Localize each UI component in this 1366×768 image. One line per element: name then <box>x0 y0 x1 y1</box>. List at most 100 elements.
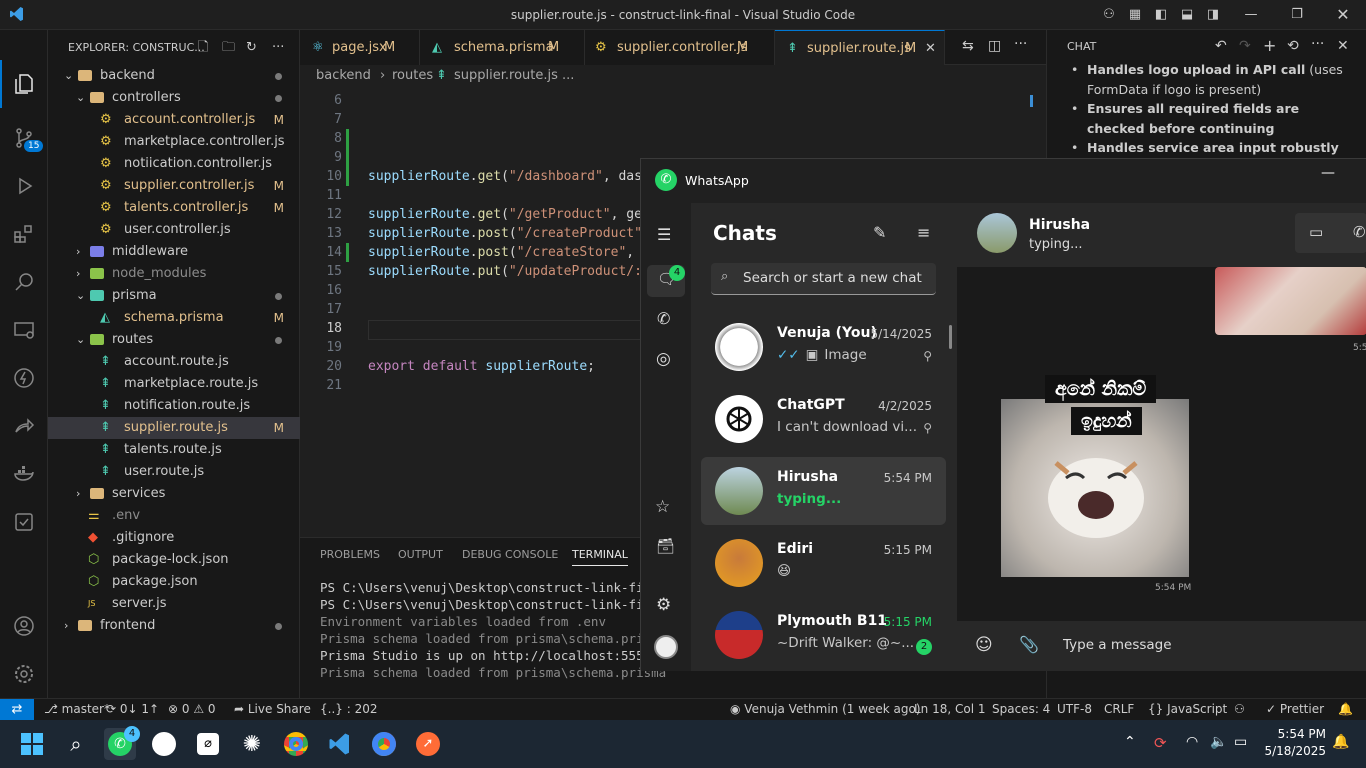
chatgpt-app-icon[interactable]: ✺ <box>236 728 268 760</box>
indentation[interactable]: Spaces: 4 <box>992 702 1050 716</box>
problems-item[interactable]: ⊗ 0 ⚠ 0 <box>168 702 216 716</box>
chat-list-scrollbar[interactable] <box>949 325 952 349</box>
contact-name[interactable]: Hirusha <box>1029 217 1090 233</box>
open-changes-icon[interactable]: ⇆ <box>962 38 974 54</box>
prettier-item[interactable]: ✓ Prettier <box>1266 702 1324 716</box>
source-control-icon[interactable]: 15 <box>0 114 48 162</box>
file-item[interactable]: ⚙ supplier.controller.js M <box>48 175 300 197</box>
extensions-icon[interactable] <box>0 210 48 258</box>
chrome-profile-icon[interactable] <box>368 728 400 760</box>
file-item[interactable]: ⚌ .env <box>48 505 300 527</box>
calls-icon[interactable]: ✆ <box>657 309 670 328</box>
breadcrumb-item[interactable]: backend <box>316 65 371 87</box>
chat-item[interactable]: ChatGPT 4/2/2025 I can't download vi... ⚲ <box>701 385 946 453</box>
sync-item[interactable]: ⟳ 0↓ 1↑ <box>106 702 159 716</box>
tab-schema-prisma[interactable]: ◭ schema.prisma M <box>420 30 585 65</box>
split-editor-icon[interactable]: ◫ <box>988 38 1001 54</box>
status-icon[interactable]: ◎ <box>656 349 671 369</box>
tab-problems[interactable]: PROBLEMS <box>320 548 380 561</box>
archive-icon[interactable]: 🗃 <box>656 537 675 555</box>
file-item[interactable]: ⬡ package-lock.json <box>48 549 300 571</box>
line-ending[interactable]: CRLF <box>1104 702 1134 716</box>
testing-icon[interactable] <box>0 498 48 546</box>
close-icon[interactable]: ✕ <box>1334 6 1352 24</box>
copilot-icon[interactable]: ⚇ <box>1100 6 1118 24</box>
wifi-icon[interactable]: ◠ <box>1186 734 1198 750</box>
contact-avatar[interactable] <box>977 213 1017 253</box>
more-actions-icon[interactable]: ··· <box>272 30 284 65</box>
accounts-icon[interactable] <box>0 602 48 650</box>
editor-more-icon[interactable]: ··· <box>1014 36 1027 52</box>
menu-icon[interactable]: ☰ <box>657 225 671 244</box>
file-item[interactable]: ⚙ marketplace.controller.js <box>48 131 300 153</box>
restore-icon[interactable]: ❐ <box>1288 6 1306 24</box>
file-item[interactable]: ⇞ talents.route.js <box>48 439 300 461</box>
file-item[interactable]: ⇞ marketplace.route.js <box>48 373 300 395</box>
tab-supplier-controller[interactable]: ⚙ supplier.controller.js M <box>585 30 775 65</box>
chat-item[interactable]: Venuja (You) 5/14/2025 ✓✓ ▣ Image ⚲ <box>701 313 946 381</box>
undo-icon[interactable]: ↶ <box>1215 38 1227 54</box>
json-outline-item[interactable]: {..} : 202 <box>320 702 377 716</box>
chats-nav-button[interactable]: 🗨 4 <box>647 265 685 297</box>
tab-page-jsx[interactable]: ⚛ page.jsx M <box>300 30 420 65</box>
file-item[interactable]: ⇞ supplier.route.js M <box>48 417 300 439</box>
clock[interactable]: 5:54 PM 5/18/2025 <box>1262 726 1326 760</box>
voice-call-icon[interactable]: ✆ <box>1353 223 1366 241</box>
file-item[interactable]: ⚙ notiication.controller.js <box>48 153 300 175</box>
git-blame-item[interactable]: ◉ Venuja Vethmin (1 week ago) <box>730 702 921 716</box>
settings-icon[interactable]: ⚙ <box>656 595 671 615</box>
github-actions-icon[interactable] <box>0 354 48 402</box>
new-folder-icon[interactable]: 🗀 <box>222 30 235 65</box>
folder-item[interactable]: ⌄ controllers <box>48 87 300 109</box>
docker-icon[interactable] <box>0 450 48 498</box>
chat-search-box[interactable]: ⌕ Search or start a new chat <box>711 263 936 295</box>
folder-item[interactable]: › node_modules <box>48 263 300 285</box>
language-mode[interactable]: {} JavaScript <box>1148 702 1227 716</box>
toggle-secondary-sidebar-icon[interactable]: ◨ <box>1204 6 1222 24</box>
search-icon[interactable]: ⌕ <box>60 728 92 760</box>
folder-item[interactable]: › frontend <box>48 615 300 637</box>
tab-debug-console[interactable]: DEBUG CONSOLE <box>462 548 558 561</box>
chrome-icon[interactable] <box>280 728 312 760</box>
filter-icon[interactable]: ≡ <box>917 223 930 242</box>
breadcrumb-item[interactable]: supplier.route.js <box>454 65 558 87</box>
file-item[interactable]: ⬡ package.json <box>48 571 300 593</box>
notifications-icon[interactable]: 🔔 <box>1338 702 1353 716</box>
live-share-icon[interactable] <box>0 402 48 450</box>
layout-icon[interactable]: ▦ <box>1126 6 1144 24</box>
file-item[interactable]: ⚙ user.controller.js <box>48 219 300 241</box>
file-item[interactable]: ⇞ user.route.js <box>48 461 300 483</box>
file-item[interactable]: ⇞ notification.route.js <box>48 395 300 417</box>
file-item[interactable]: JS server.js <box>48 593 300 615</box>
message-input[interactable]: Type a message <box>1063 637 1172 653</box>
folder-item[interactable]: ⌄ prisma <box>48 285 300 307</box>
file-item[interactable]: ⚙ account.controller.js M <box>48 109 300 131</box>
new-chat-icon[interactable]: + <box>1263 36 1276 55</box>
video-call-icon[interactable]: ▭ <box>1309 223 1323 241</box>
sync-alert-icon[interactable]: ⟳ <box>1154 734 1167 752</box>
chat-item[interactable]: Hirusha 5:54 PM typing... <box>701 457 946 525</box>
history-icon[interactable]: ⟲ <box>1287 38 1299 54</box>
folder-item[interactable]: › services <box>48 483 300 505</box>
github-desktop-icon[interactable] <box>148 728 180 760</box>
live-share-item[interactable]: ➦ Live Share <box>234 702 311 716</box>
toggle-panel-icon[interactable]: ⬓ <box>1178 6 1196 24</box>
file-item[interactable]: ◆ .gitignore <box>48 527 300 549</box>
run-debug-icon[interactable] <box>0 162 48 210</box>
remote-explorer-icon[interactable] <box>0 306 48 354</box>
redo-icon[interactable]: ↷ <box>1239 38 1251 54</box>
starred-icon[interactable]: ☆ <box>655 497 670 517</box>
battery-icon[interactable]: ▭ <box>1234 734 1247 750</box>
new-file-icon[interactable]: 🗋 <box>198 30 208 65</box>
taskbar-whatsapp-icon[interactable]: ✆ 4 <box>104 726 140 760</box>
breadcrumb-item[interactable]: routes <box>392 65 433 87</box>
whatsapp-minimize-icon[interactable]: — <box>1321 165 1335 181</box>
branch-item[interactable]: ⎇ master* <box>44 702 110 716</box>
tray-overflow-icon[interactable]: ⌃ <box>1124 734 1136 750</box>
github-copilot-app-icon[interactable]: ⌀ <box>192 728 224 760</box>
settings-gear-icon[interactable] <box>0 650 48 698</box>
refresh-icon[interactable]: ↻ <box>246 30 257 65</box>
chat-item[interactable]: Ediri 5:15 PM 😆 <box>701 529 946 597</box>
notification-center-icon[interactable]: 🔔 <box>1332 734 1349 750</box>
file-item[interactable]: ◭ schema.prisma M <box>48 307 300 329</box>
